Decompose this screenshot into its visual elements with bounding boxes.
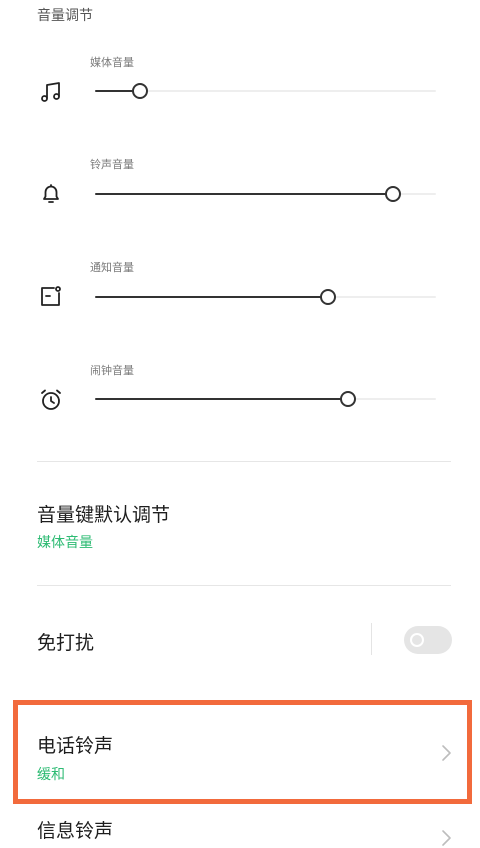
notification-volume-thumb[interactable] (319, 289, 336, 305)
section-title: 音量调节 (37, 8, 93, 24)
music-note-icon (38, 79, 64, 105)
dnd-title: 免打扰 (37, 632, 95, 654)
bell-icon (38, 181, 64, 207)
alarm-volume-label: 闹钟音量 (90, 364, 134, 377)
dnd-toggle[interactable] (404, 626, 452, 654)
ring-volume-fill (95, 193, 392, 195)
chevron-right-icon (438, 743, 454, 763)
volume-key-title: 音量键默认调节 (37, 504, 171, 526)
alarm-volume-thumb[interactable] (340, 391, 357, 407)
chevron-right-icon (438, 828, 454, 848)
toggle-knob (410, 633, 424, 647)
ring-volume-label: 铃声音量 (90, 158, 134, 171)
alarm-volume-slider[interactable] (95, 391, 436, 407)
notification-volume-label: 通知音量 (90, 261, 134, 274)
alarm-volume-row: 闹钟音量 (0, 358, 480, 458)
ring-volume-thumb[interactable] (384, 186, 401, 202)
ringtone-title: 电话铃声 (37, 735, 114, 757)
media-volume-slider[interactable] (95, 83, 436, 99)
volume-key-value: 媒体音量 (37, 535, 93, 551)
ring-volume-slider[interactable] (95, 186, 436, 202)
message-tone-title: 信息铃声 (37, 820, 114, 842)
separator (371, 623, 372, 655)
media-volume-row: 媒体音量 (0, 50, 480, 150)
alarm-clock-icon (38, 387, 64, 413)
notification-volume-slider[interactable] (95, 289, 436, 305)
media-volume-thumb[interactable] (132, 83, 149, 99)
media-volume-label: 媒体音量 (90, 56, 134, 69)
alarm-volume-fill (95, 398, 348, 400)
notification-icon (38, 284, 64, 310)
notification-volume-fill (95, 296, 327, 298)
notification-volume-row: 通知音量 (0, 255, 480, 355)
divider (37, 585, 451, 586)
ringtone-value: 缓和 (37, 767, 65, 783)
ring-volume-row: 铃声音量 (0, 152, 480, 252)
